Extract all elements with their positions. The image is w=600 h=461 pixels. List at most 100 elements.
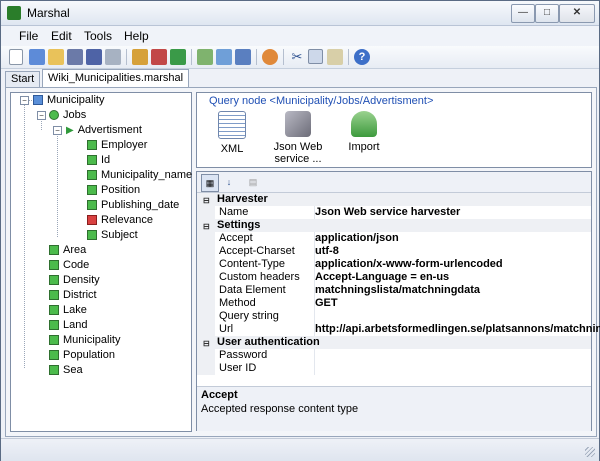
- tree-node-sea[interactable]: Sea: [49, 363, 83, 377]
- tree-node-code[interactable]: Code: [49, 258, 89, 272]
- maximize-icon: □: [543, 7, 551, 18]
- tree-node-position[interactable]: Position: [87, 183, 140, 197]
- tree-panel[interactable]: − Municipality − Jobs − ▶ Advertisment Em…: [10, 92, 192, 432]
- save-all-icon[interactable]: [86, 49, 102, 65]
- tree-node-land[interactable]: Land: [49, 318, 87, 332]
- category-settings[interactable]: ⊟ Settings: [197, 219, 591, 232]
- print-icon[interactable]: [105, 49, 121, 65]
- tree-node-municipality-name[interactable]: Municipality_name: [87, 168, 192, 182]
- property-row-accept-charset[interactable]: Accept-Charset utf-8: [197, 245, 591, 258]
- field-icon: [49, 365, 59, 376]
- paste-icon[interactable]: [327, 49, 343, 65]
- tree-node-district[interactable]: District: [49, 288, 97, 302]
- menu-help[interactable]: Help: [124, 29, 149, 43]
- tab-start[interactable]: Start: [5, 71, 41, 87]
- expand-toggle-municipality[interactable]: −: [20, 96, 29, 105]
- open-folder-icon[interactable]: [48, 49, 64, 65]
- field-icon: [87, 230, 97, 241]
- toolbar-separator: [256, 49, 257, 65]
- field-icon: [49, 260, 59, 271]
- xml-harvester-button[interactable]: XML: [197, 111, 267, 155]
- save-icon[interactable]: [67, 49, 83, 65]
- app-icon: [7, 6, 21, 20]
- property-row-user-id[interactable]: User ID: [197, 362, 591, 375]
- toolbar-separator: [283, 49, 284, 65]
- json-web-service-button[interactable]: Json Web service ...: [263, 111, 333, 165]
- menu-file[interactable]: File: [19, 29, 38, 43]
- field-icon: [87, 155, 97, 166]
- toolbar-separator: [126, 49, 127, 65]
- categorized-view-icon[interactable]: ▦: [201, 174, 219, 192]
- window-title: Marshal: [27, 6, 70, 20]
- property-row-password[interactable]: Password: [197, 349, 591, 362]
- property-row-method[interactable]: Method GET: [197, 297, 591, 310]
- tree-node-advertisment[interactable]: ▶ Advertisment: [66, 123, 142, 137]
- copy-icon[interactable]: [308, 49, 323, 64]
- description-text: Accepted response content type: [201, 403, 359, 415]
- help-icon[interactable]: ?: [354, 49, 370, 65]
- properties-toolbar: ▦ ↓ ▤: [197, 172, 591, 193]
- new-icon[interactable]: [9, 49, 23, 65]
- property-row-custom-headers[interactable]: Custom headers Accept-Language = en-us: [197, 271, 591, 284]
- cut-icon[interactable]: ✂: [289, 49, 305, 65]
- property-row-content-type[interactable]: Content-Type application/x-www-form-urle…: [197, 258, 591, 271]
- tree-node-employer[interactable]: Employer: [87, 138, 147, 152]
- tree-node-population[interactable]: Population: [49, 348, 115, 362]
- minimize-button[interactable]: —: [511, 4, 535, 23]
- tab-wiki-municipalities[interactable]: Wiki_Municipalities.marshal: [42, 69, 190, 87]
- property-grid: ⊟ Harvester Name Json Web service harves…: [197, 193, 600, 375]
- tree-node-density[interactable]: Density: [49, 273, 100, 287]
- harvest-icon[interactable]: [132, 49, 148, 65]
- maximize-button[interactable]: □: [535, 4, 559, 23]
- tree-node-municipality[interactable]: Municipality: [33, 93, 104, 107]
- json-web-service-icon: [285, 111, 311, 137]
- category-user-authentication[interactable]: ⊟ User authentication: [197, 336, 591, 349]
- wizard-icon[interactable]: [29, 49, 45, 65]
- toolbar-separator: [191, 49, 192, 65]
- settings-icon[interactable]: [262, 49, 278, 65]
- run-icon[interactable]: [170, 49, 186, 65]
- field-icon: [49, 245, 59, 256]
- query-node-arrow-icon: ▶: [66, 125, 74, 136]
- document-tabs: Start Wiki_Municipalities.marshal: [1, 69, 599, 87]
- root-node-icon: [33, 95, 43, 106]
- close-button[interactable]: ✕: [559, 4, 595, 23]
- export-icon[interactable]: [197, 49, 213, 65]
- tree-node-relevance[interactable]: Relevance: [87, 213, 153, 227]
- xml-icon[interactable]: [235, 49, 251, 65]
- resize-grip-icon[interactable]: [585, 447, 595, 457]
- field-icon: [49, 320, 59, 331]
- tree-node-id[interactable]: Id: [87, 153, 110, 167]
- import-button[interactable]: Import: [329, 111, 399, 153]
- property-row-data-element[interactable]: Data Element matchningslista/matchningda…: [197, 284, 591, 297]
- property-row-name[interactable]: Name Json Web service harvester: [197, 206, 591, 219]
- tree-node-jobs[interactable]: Jobs: [49, 108, 86, 122]
- property-pages-icon[interactable]: ▤: [245, 174, 261, 190]
- expand-toggle-jobs[interactable]: −: [37, 111, 46, 120]
- tree-line: [41, 121, 42, 130]
- document-content: − Municipality − Jobs − ▶ Advertisment Em…: [5, 87, 600, 437]
- property-row-url[interactable]: Url http://api.arbetsformedlingen.se/pla…: [197, 323, 600, 336]
- sort-alphabetical-icon[interactable]: ↓: [221, 174, 237, 190]
- field-icon: [87, 185, 97, 196]
- property-row-accept[interactable]: Accept application/json: [197, 232, 591, 245]
- stop-icon[interactable]: [151, 49, 167, 65]
- menu-edit[interactable]: Edit: [51, 29, 72, 43]
- tree-line: [24, 104, 25, 368]
- import-icon[interactable]: [216, 49, 232, 65]
- app-window: Marshal — □ ✕ File Edit Tools Help ✂ ? S…: [0, 0, 600, 461]
- property-row-query-string[interactable]: Query string: [197, 310, 591, 323]
- menu-tools[interactable]: Tools: [84, 29, 112, 43]
- tree-node-municipality-field[interactable]: Municipality: [49, 333, 120, 347]
- field-icon: [49, 335, 59, 346]
- tree-node-area[interactable]: Area: [49, 243, 86, 257]
- status-bar: [1, 438, 599, 461]
- expand-toggle-advertisment[interactable]: −: [53, 126, 62, 135]
- tree-node-subject[interactable]: Subject: [87, 228, 138, 242]
- close-icon: ✕: [572, 7, 582, 18]
- category-harvester[interactable]: ⊟ Harvester: [197, 193, 591, 206]
- field-icon: [49, 290, 59, 301]
- tree-node-publishing-date[interactable]: Publishing_date: [87, 198, 179, 212]
- property-description: Accept Accepted response content type: [197, 386, 591, 431]
- tree-node-lake[interactable]: Lake: [49, 303, 87, 317]
